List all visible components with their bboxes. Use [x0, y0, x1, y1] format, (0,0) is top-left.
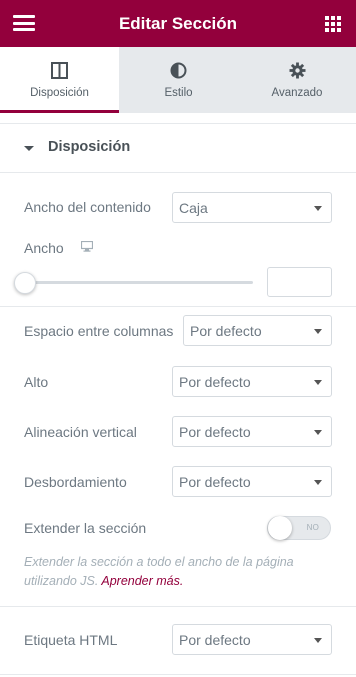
content-width-label: Ancho del contenido	[24, 199, 151, 215]
html-tag-value: Por defecto	[179, 632, 251, 648]
chevron-down-icon	[314, 329, 322, 334]
panel-tabs: Disposición Estilo Avanzado	[0, 47, 356, 113]
html-tag-label: Etiqueta HTML	[24, 632, 118, 648]
stretch-section-toggle[interactable]: NO	[267, 516, 331, 540]
vertical-align-value: Por defecto	[179, 424, 251, 440]
overflow-label: Desbordamiento	[24, 474, 127, 490]
height-value: Por defecto	[179, 374, 251, 390]
panel-title: Editar Sección	[118, 14, 238, 33]
gear-icon	[289, 62, 305, 79]
overflow-value: Por defecto	[179, 474, 251, 490]
section-layout-header[interactable]: Disposición	[0, 123, 356, 173]
chevron-down-icon	[314, 638, 322, 643]
width-number-input[interactable]	[267, 267, 332, 297]
height-select[interactable]: Por defecto	[172, 366, 332, 397]
column-gap-label: Espacio entre columnas	[24, 323, 174, 339]
stretch-section-label: Extender la sección	[24, 520, 147, 536]
chevron-down-icon	[314, 430, 322, 435]
half-circle-contrast-icon	[170, 62, 187, 79]
content-width-select[interactable]: Caja	[172, 192, 332, 223]
tab-style-label: Estilo	[164, 87, 193, 99]
grid-apps-icon[interactable]	[325, 16, 341, 32]
height-label: Alto	[24, 374, 49, 390]
divider	[0, 674, 356, 675]
tab-layout[interactable]: Disposición	[0, 47, 119, 113]
panel-header: Editar Sección	[0, 0, 356, 47]
desktop-monitor-icon[interactable]	[81, 241, 93, 252]
toggle-knob	[268, 516, 292, 540]
divider	[0, 306, 356, 307]
columns-layout-icon	[51, 62, 68, 79]
chevron-down-icon	[314, 206, 322, 211]
column-gap-value: Por defecto	[190, 323, 262, 339]
width-label: Ancho	[24, 240, 64, 256]
tab-advanced-label: Avanzado	[271, 87, 323, 99]
section-title: Disposición	[48, 139, 131, 155]
chevron-down-icon	[314, 480, 322, 485]
chevron-down-icon	[314, 380, 322, 385]
vertical-align-select[interactable]: Por defecto	[172, 416, 332, 447]
content-width-value: Caja	[179, 200, 208, 216]
width-slider-track[interactable]	[24, 281, 253, 284]
toggle-state-label: NO	[306, 523, 319, 532]
caret-down-icon	[24, 146, 34, 151]
tab-layout-label: Disposición	[30, 87, 89, 99]
divider	[0, 606, 356, 607]
width-slider-handle[interactable]	[14, 272, 36, 294]
learn-more-link[interactable]: Aprender más.	[101, 574, 183, 588]
overflow-select[interactable]: Por defecto	[172, 466, 332, 497]
html-tag-select[interactable]: Por defecto	[172, 624, 332, 655]
vertical-align-label: Alineación vertical	[24, 424, 137, 440]
tab-style[interactable]: Estilo	[119, 47, 238, 113]
stretch-description: Extender la sección a todo el ancho de l…	[24, 553, 334, 591]
column-gap-select[interactable]: Por defecto	[183, 315, 332, 346]
tab-advanced[interactable]: Avanzado	[238, 47, 356, 113]
